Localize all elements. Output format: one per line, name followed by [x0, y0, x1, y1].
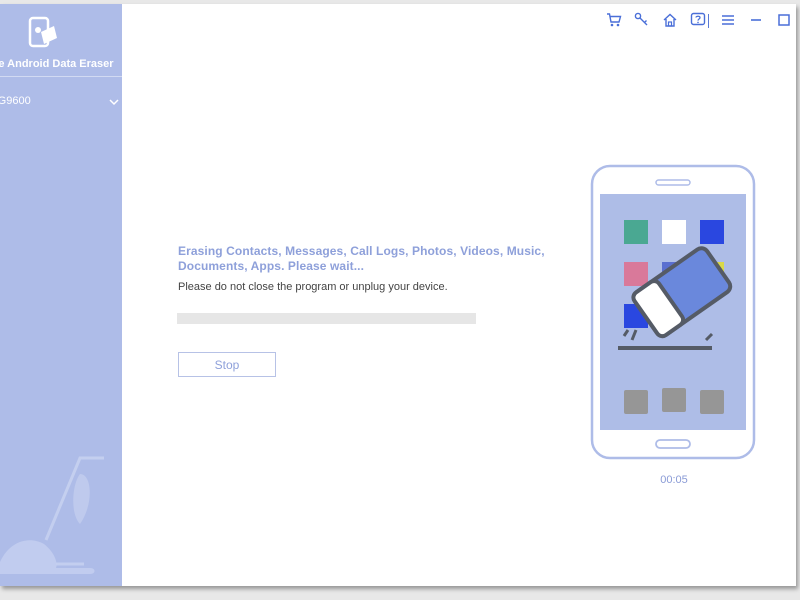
erasing-warning-text: Please do not close the program or unplu… [178, 281, 448, 293]
app-title: are Android Data Eraser [0, 58, 114, 70]
app-logo-icon [28, 16, 58, 50]
help-icon[interactable] [690, 12, 706, 28]
cart-icon[interactable] [606, 12, 622, 28]
stop-button[interactable]: Stop [178, 352, 276, 377]
minimize-icon[interactable] [748, 12, 764, 28]
elapsed-timer: 00:05 [660, 474, 688, 486]
sidebar-item-device[interactable]: -G9600 [0, 88, 122, 118]
home-icon[interactable] [662, 12, 678, 28]
erase-progress-bar [177, 313, 476, 324]
app-icon-green [624, 220, 648, 244]
sidebar: are Android Data Eraser -G9600 [0, 4, 122, 586]
app-window: are Android Data Eraser -G9600 [0, 4, 796, 586]
sidebar-divider [0, 76, 122, 77]
toolbar-separator [708, 14, 709, 28]
app-icon-pink [624, 262, 648, 286]
window-toolbar [596, 8, 796, 30]
maximize-icon[interactable] [776, 12, 792, 28]
app-icon-blue [700, 220, 724, 244]
menu-icon[interactable] [720, 12, 736, 28]
eraser-illustration-icon [0, 444, 122, 586]
erasing-status-title: Erasing Contacts, Messages, Call Logs, P… [178, 244, 545, 273]
device-name-label: -G9600 [0, 95, 31, 107]
key-icon[interactable] [634, 12, 650, 28]
chevron-down-icon[interactable] [108, 94, 120, 112]
phone-illustration [590, 164, 756, 460]
app-icon-white [662, 220, 686, 244]
